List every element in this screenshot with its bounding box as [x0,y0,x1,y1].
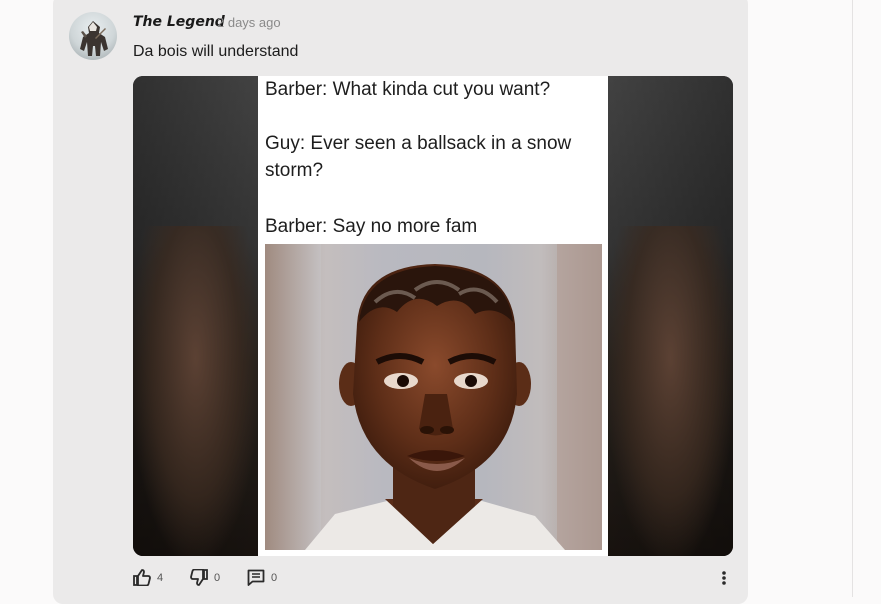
comment-image[interactable]: Barber: What kinda cut you want? Guy: Ev… [133,76,733,556]
dislike-button[interactable]: 0 [190,569,220,586]
dislike-count: 0 [214,571,221,584]
like-button[interactable]: 4 [133,569,163,586]
meme-line-3: Barber: Say no more fam [265,216,478,237]
comment-text: Da bois will understand [133,43,299,60]
meme-line-2: Guy: Ever seen a ballsack in a snow stor… [265,133,572,181]
comment-actions: 4 0 0 [133,569,733,591]
comment-icon [247,569,265,586]
sidebar-divider [852,0,853,597]
portrait-illustration [265,244,602,550]
avatar-figure-icon [80,21,108,56]
more-vertical-icon [720,570,728,586]
backdrop-blur-right [608,226,733,556]
backdrop-blur-left [133,226,258,556]
meme-photo [265,244,602,550]
reply-button[interactable]: 0 [247,569,277,586]
comment-timestamp: 2 days ago [217,15,281,30]
comment-author[interactable]: The Legend [133,14,225,30]
like-count: 4 [157,571,164,584]
more-options-button[interactable] [720,570,728,586]
thumbs-down-icon [190,569,208,586]
reply-count: 0 [271,571,278,584]
avatar[interactable] [69,12,117,60]
meme-image: Barber: What kinda cut you want? Guy: Ev… [258,76,608,556]
meme-line-1: Barber: What kinda cut you want? [265,79,551,100]
thumbs-up-icon [133,569,151,586]
